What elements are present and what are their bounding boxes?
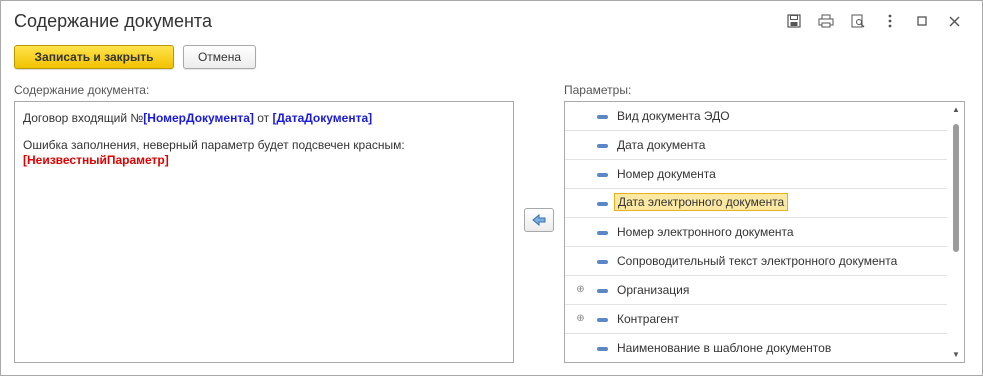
param-item-label: Номер документа [617, 167, 716, 181]
params-list[interactable]: Вид документа ЭДО Дата документа Номер док… [564, 101, 965, 363]
param-item[interactable]: Наименование в шаблоне документов [565, 334, 947, 362]
param-item-label: Дата электронного документа [614, 193, 789, 211]
param-item[interactable]: Дата электронного документа [565, 189, 947, 218]
expand-icon[interactable]: ⊕ [576, 314, 585, 324]
save-icon[interactable] [778, 11, 810, 31]
content-label: Содержание документа: [14, 83, 150, 97]
content-line-2: Ошибка заполнения, неверный параметр буд… [23, 138, 405, 152]
arrow-left-icon [532, 214, 546, 226]
field-icon [597, 115, 608, 119]
param-item-label: Наименование в шаблоне документов [617, 341, 832, 355]
param-item[interactable]: Вид документа ЭДО [565, 102, 947, 131]
window-title: Содержание документа [14, 11, 212, 31]
param-item-label: Контрагент [617, 312, 680, 326]
param-item-label: Номер электронного документа [617, 225, 794, 239]
maximize-icon[interactable] [906, 11, 938, 31]
param-item[interactable]: Номер документа [565, 160, 947, 189]
scroll-up-icon[interactable]: ▲ [952, 105, 960, 114]
param-item-label: Организация [617, 283, 690, 297]
params-scrollbar[interactable]: ▲ ▼ [947, 102, 964, 362]
param-item[interactable]: ⊕ Контрагент [565, 305, 947, 334]
field-icon [597, 260, 608, 264]
scroll-thumb[interactable] [953, 124, 959, 252]
param-token-number: [НомерДокумента] [143, 111, 254, 125]
cancel-button[interactable]: Отмена [183, 45, 256, 69]
dialog-window: Содержание документа Записать и закрыть … [0, 0, 983, 376]
param-item-label: Дата документа [617, 138, 706, 152]
content-line-1: Договор входящий №[НомерДокумента] от [Д… [23, 111, 505, 126]
content-text: Договор входящий № [23, 111, 144, 125]
field-icon [597, 318, 608, 322]
param-item-label: Вид документа ЭДО [617, 109, 730, 123]
more-icon[interactable] [874, 11, 906, 31]
save-and-close-button[interactable]: Записать и закрыть [14, 45, 174, 69]
close-icon[interactable] [938, 11, 970, 31]
param-item[interactable]: Сопроводительный текст электронного доку… [565, 247, 947, 276]
param-item-label: Сопроводительный текст электронного доку… [617, 254, 898, 268]
field-icon [597, 144, 608, 148]
title-toolbar [778, 11, 970, 31]
scroll-down-icon[interactable]: ▼ [952, 350, 960, 359]
field-icon [597, 173, 608, 177]
field-icon [597, 231, 608, 235]
param-token-invalid: [НеизвестныйПараметр] [23, 153, 169, 167]
insert-param-button[interactable] [524, 208, 554, 232]
param-item[interactable]: Дата документа [565, 131, 947, 160]
field-icon [597, 202, 608, 206]
content-text: от [253, 111, 273, 125]
params-rows: Вид документа ЭДО Дата документа Номер док… [565, 102, 947, 362]
params-label: Параметры: [564, 83, 632, 97]
param-item[interactable]: Номер электронного документа [565, 218, 947, 247]
field-icon [597, 289, 608, 293]
field-icon [597, 347, 608, 351]
preview-icon[interactable] [842, 11, 874, 31]
expand-icon[interactable]: ⊕ [576, 285, 585, 295]
param-item[interactable]: ⊕ Организация [565, 276, 947, 305]
param-token-date: [ДатаДокумента] [272, 111, 373, 125]
content-editor[interactable]: Договор входящий №[НомерДокумента] от [Д… [14, 101, 514, 363]
print-icon[interactable] [810, 11, 842, 31]
